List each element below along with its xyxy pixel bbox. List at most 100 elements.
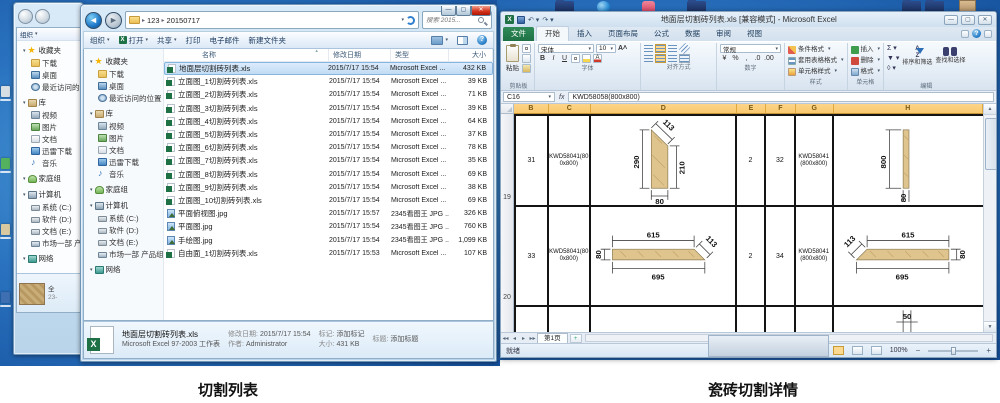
sidebar-item[interactable]: 市场一部 产品组 (专用) <box>17 237 80 249</box>
expander-icon[interactable]: ▾ <box>23 192 26 198</box>
font-name-combo[interactable]: 宋体▾ <box>538 44 594 53</box>
sidebar-item[interactable]: 迅雷下载 <box>17 145 80 157</box>
cell-g19[interactable]: KWD58041(800x800) <box>796 116 834 205</box>
sidebar-item[interactable]: 文档 (E:) <box>17 225 80 237</box>
cell-e19[interactable]: 2 <box>737 116 766 205</box>
change-view-button[interactable]: ▾ <box>431 36 448 45</box>
clear-icon[interactable]: ◊ ▾ <box>887 64 899 73</box>
desktop-icon[interactable] <box>1 224 10 235</box>
sidebar-group-libraries[interactable]: ▾库 <box>84 107 163 120</box>
format-cells-button[interactable]: 格式▾ <box>851 66 881 77</box>
cell-d20-drawing[interactable]: 615 113 80 695 <box>591 207 737 305</box>
file-row[interactable]: 立面图_3切割砖列表.xls2015/7/17 15:54Microsoft E… <box>164 102 493 115</box>
conditional-formatting-button[interactable]: 条件格式▾ <box>788 44 844 55</box>
last-sheet-icon[interactable]: ▸▸ <box>528 335 537 342</box>
expander-icon[interactable]: ▾ <box>23 48 26 54</box>
column-header-F[interactable]: F <box>766 104 796 114</box>
cell-d19-drawing[interactable]: 290 210 113 80 <box>591 116 737 205</box>
bold-button[interactable]: B <box>538 54 547 63</box>
sidebar-item[interactable]: 视频 <box>17 109 80 121</box>
sidebar-group-libraries[interactable]: ▾库 <box>17 96 80 109</box>
tab-页面布局[interactable]: 页面布局 <box>600 27 646 41</box>
minimize-button[interactable]: — <box>944 15 958 25</box>
insert-cells-button[interactable]: 插入▾ <box>851 44 881 55</box>
column-header-G[interactable]: G <box>796 104 834 114</box>
column-header-B[interactable]: B <box>514 104 549 114</box>
cell-h19-drawing[interactable]: 800 80 <box>834 116 983 205</box>
merge-center-icon[interactable] <box>680 55 689 62</box>
preview-pane-icon[interactable] <box>457 36 468 45</box>
sidebar-item[interactable]: 最近访问的位置 <box>17 81 80 93</box>
tab-开始[interactable]: 开始 <box>536 26 569 41</box>
excel-title-bar[interactable]: X ↶ ▾ ↷ ▾ 地面层切割砖列表.xls [兼容模式] - Microsof… <box>501 12 996 27</box>
comma-icon[interactable]: , <box>742 54 751 63</box>
file-row[interactable]: 手绘图.jpg2015/7/17 15:542345看图王 JPG ...1,0… <box>164 233 493 246</box>
column-header-D[interactable]: D <box>591 104 737 114</box>
fill-color-icon[interactable] <box>582 54 591 63</box>
expander-icon[interactable]: ▾ <box>90 187 93 193</box>
file-row[interactable]: 自由面_1切割砖列表.xls2015/7/17 15:53Microsoft E… <box>164 247 493 260</box>
zoom-out-icon[interactable]: − <box>916 347 921 355</box>
redo-icon[interactable]: ↷ ▾ <box>542 16 553 24</box>
help-icon[interactable]: ? <box>477 35 487 45</box>
borders-icon[interactable] <box>571 54 580 63</box>
zoom-in-icon[interactable]: + <box>986 347 991 355</box>
file-row[interactable]: 立面图_2切割砖列表.xls2015/7/17 15:54Microsoft E… <box>164 88 493 101</box>
maximize-button[interactable]: ▢ <box>456 6 471 16</box>
copy-icon[interactable] <box>522 54 531 63</box>
organize-button[interactable]: 组织▾ <box>90 35 110 46</box>
file-row[interactable]: 地面层切割砖列表.xls2015/7/17 15:54Microsoft Exc… <box>164 62 493 75</box>
file-row[interactable]: 平面图.jpg2015/7/17 15:542345看图王 JPG ...760… <box>164 220 493 233</box>
tab-公式[interactable]: 公式 <box>646 27 677 41</box>
cut-icon[interactable] <box>522 44 531 53</box>
address-dropdown-icon[interactable]: ▾ <box>401 17 404 23</box>
expander-icon[interactable]: ▾ <box>90 267 93 273</box>
delete-cells-button[interactable]: 删除▾ <box>851 55 881 66</box>
decrease-decimal-icon[interactable]: .00 <box>764 54 773 63</box>
column-header-H[interactable]: H <box>834 104 983 114</box>
scrollbar-thumb[interactable] <box>708 335 830 357</box>
insert-worksheet-icon[interactable]: + <box>570 334 582 343</box>
refresh-icon[interactable] <box>406 16 415 25</box>
maximize-button[interactable]: ▢ <box>961 15 975 25</box>
sidebar-item[interactable]: 下载 <box>17 57 80 69</box>
back-button[interactable]: ◄ <box>85 12 102 29</box>
close-button[interactable]: ✕ <box>978 15 992 25</box>
column-header-E[interactable]: E <box>737 104 766 114</box>
sidebar-item[interactable]: 桌面 <box>17 69 80 81</box>
align-middle-icon[interactable] <box>656 45 665 52</box>
desktop-icon[interactable] <box>1 292 10 303</box>
sidebar-item[interactable]: 系统 (C:) <box>17 201 80 213</box>
sidebar-item[interactable]: 图片 <box>84 132 163 144</box>
sidebar-group-network[interactable]: ▾网络 <box>84 263 163 276</box>
align-top-icon[interactable] <box>644 45 653 52</box>
cell-styles-button[interactable]: 单元格样式▾ <box>788 66 844 77</box>
normal-view-icon[interactable] <box>833 346 844 355</box>
sheet-tab[interactable]: 第1页 <box>537 333 568 343</box>
breadcrumb-123[interactable]: 123 <box>147 16 160 25</box>
sidebar-item[interactable]: 文档 <box>17 133 80 145</box>
details-title-value[interactable]: 添加标题 <box>390 336 418 343</box>
background-explorer-window[interactable]: 组织▾ ▾收藏夹下载桌面最近访问的位置▾库视频图片文档迅雷下载音乐▾家庭组▾计算… <box>13 2 84 355</box>
horizontal-scrollbar[interactable] <box>585 334 993 342</box>
tab-数据[interactable]: 数据 <box>677 27 708 41</box>
sidebar-group-homegroup[interactable]: ▾家庭组 <box>84 183 163 196</box>
expander-icon[interactable]: ▾ <box>23 176 26 182</box>
sidebar-item[interactable]: 市场一部 产品组 (专用) <box>84 248 163 260</box>
underline-button[interactable]: U <box>560 54 569 63</box>
font-color-icon[interactable]: A <box>593 54 602 63</box>
new-folder-button[interactable]: 新建文件夹 <box>249 35 287 46</box>
expander-icon[interactable]: ▾ <box>90 59 93 65</box>
cell-f20[interactable]: 34 <box>766 207 796 305</box>
undo-icon[interactable]: ↶ ▾ <box>528 16 539 24</box>
file-row[interactable]: 立面图_9切割砖列表.xls2015/7/17 15:54Microsoft E… <box>164 181 493 194</box>
expander-icon[interactable]: ▾ <box>23 256 26 262</box>
tab-视图[interactable]: 视图 <box>739 27 770 41</box>
breadcrumb-20150717[interactable]: 20150717 <box>167 16 200 25</box>
format-as-table-button[interactable]: 套用表格格式▾ <box>788 55 844 66</box>
scroll-down-icon[interactable]: ▼ <box>984 321 996 332</box>
minimize-button[interactable]: — <box>441 6 456 16</box>
sidebar-item[interactable]: 图片 <box>17 121 80 133</box>
tab-文件[interactable]: 文件 <box>503 27 534 41</box>
file-row[interactable]: 立面图_1切割砖列表.xls2015/7/17 15:54Microsoft E… <box>164 75 493 88</box>
